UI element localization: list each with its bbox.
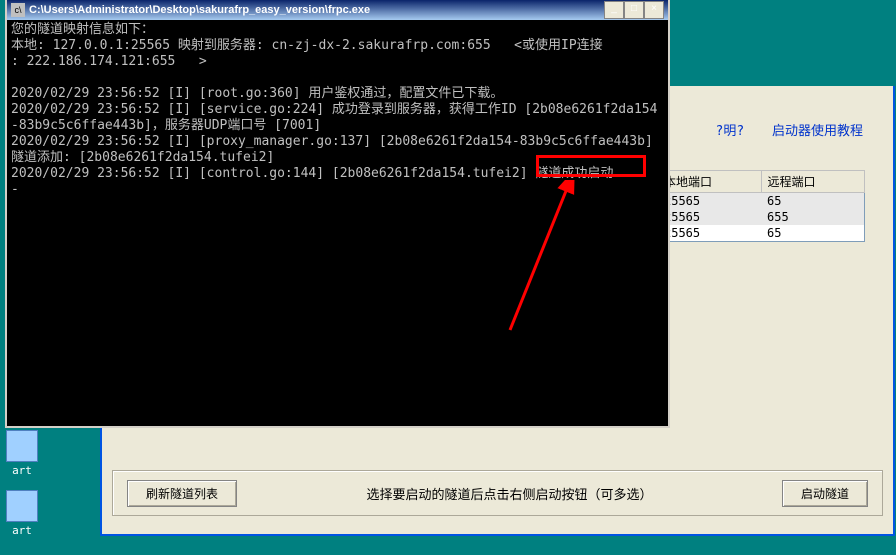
console-line: 本地: 127.0.0.1:25565 映射到服务器: cn-zj-dx-2.s… <box>11 38 603 53</box>
console-title: C:\Users\Administrator\Desktop\sakurafrp… <box>29 4 604 16</box>
cell-remote: 65 <box>761 225 865 242</box>
minimize-button[interactable]: _ <box>604 1 624 19</box>
help-link[interactable]: ?明? <box>716 124 745 139</box>
cell-remote: 65 <box>761 193 865 210</box>
instruction-text: 选择要启动的隧道后点击右侧启动按钮（可多选） <box>257 484 762 503</box>
desktop-icon[interactable]: art <box>2 430 42 477</box>
file-icon <box>6 430 38 462</box>
console-output[interactable]: 您的隧道映射信息如下： 本地: 127.0.0.1:25565 映射到服务器: … <box>7 20 668 200</box>
col-local-port[interactable]: 本地端口 <box>658 171 762 193</box>
tunnel-table[interactable]: 本地端口 远程端口 25565 65 25565 655 25565 65 <box>657 170 865 242</box>
help-links: ?明? 启动器使用教程 <box>696 120 864 139</box>
console-line: 2020/02/29 23:56:52 [I] [proxy_manager.g… <box>11 134 661 165</box>
bottom-toolbar: 刷新隧道列表 选择要启动的隧道后点击右侧启动按钮（可多选） 启动隧道 <box>112 470 883 516</box>
console-line: - <box>11 182 19 197</box>
console-line: 2020/02/29 23:56:52 [I] [root.go:360] 用户… <box>11 86 503 101</box>
console-line: : 222.186.174.121:655 > <box>11 54 207 69</box>
table-row[interactable]: 25565 655 <box>658 209 865 225</box>
icon-label: art <box>12 524 32 537</box>
console-line: 2020/02/29 23:56:52 [I] [control.go:144]… <box>11 166 613 181</box>
cmd-icon: c\ <box>11 3 25 17</box>
cell-remote: 655 <box>761 209 865 225</box>
table-row[interactable]: 25565 65 <box>658 225 865 242</box>
desktop-icon[interactable]: art <box>2 490 42 537</box>
cell-local: 25565 <box>658 209 762 225</box>
refresh-tunnels-button[interactable]: 刷新隧道列表 <box>127 480 237 507</box>
console-line: 2020/02/29 23:56:52 [I] [service.go:224]… <box>11 102 657 133</box>
cell-local: 25565 <box>658 225 762 242</box>
col-remote-port[interactable]: 远程端口 <box>761 171 865 193</box>
console-window: c\ C:\Users\Administrator\Desktop\sakura… <box>5 0 670 428</box>
close-button[interactable]: × <box>644 1 664 19</box>
maximize-button[interactable]: □ <box>624 1 644 19</box>
file-icon <box>6 490 38 522</box>
console-titlebar[interactable]: c\ C:\Users\Administrator\Desktop\sakura… <box>7 0 668 20</box>
cell-local: 25565 <box>658 193 762 210</box>
start-tunnel-button[interactable]: 启动隧道 <box>782 480 868 507</box>
icon-label: art <box>12 464 32 477</box>
table-row[interactable]: 25565 65 <box>658 193 865 210</box>
tutorial-link[interactable]: 启动器使用教程 <box>772 124 863 139</box>
console-line: 您的隧道映射信息如下： <box>11 22 154 37</box>
